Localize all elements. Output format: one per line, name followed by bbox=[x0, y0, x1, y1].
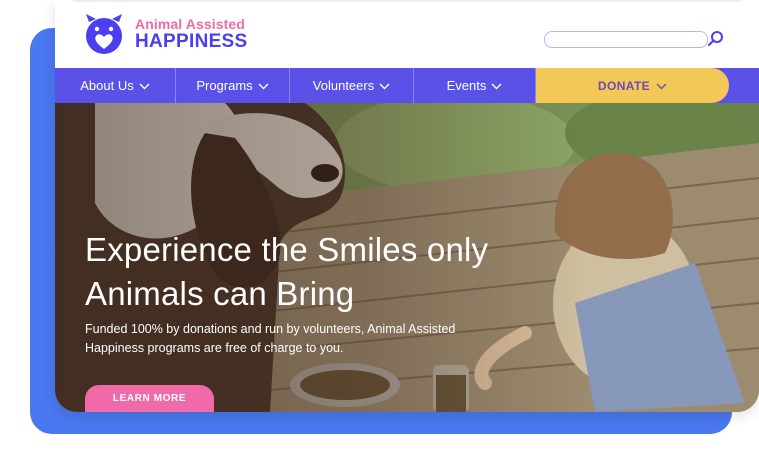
nav-item-label: Events bbox=[446, 78, 487, 93]
donate-button[interactable]: DONATE bbox=[536, 68, 729, 103]
header-top-border bbox=[73, 0, 741, 2]
donate-label: DONATE bbox=[597, 78, 651, 93]
nav-item-label: Programs bbox=[196, 78, 253, 93]
brand-logo[interactable]: Animal Assisted HAPPINESS bbox=[83, 12, 248, 56]
chevron-down-icon bbox=[258, 78, 269, 93]
brand-line-2: HAPPINESS bbox=[135, 30, 248, 52]
nav-item-events[interactable]: Events bbox=[414, 68, 536, 103]
hero-subtext-line-1: Funded 100% by donations and run by volu… bbox=[85, 322, 456, 336]
pig-heart-logo-icon bbox=[83, 12, 125, 56]
nav-tail bbox=[726, 68, 759, 103]
search-icon[interactable] bbox=[707, 30, 725, 53]
website-card: Animal Assisted HAPPINESS About Us Progr… bbox=[55, 0, 759, 412]
chevron-down-icon bbox=[491, 78, 502, 93]
hero-banner: Experience the Smiles only Animals can B… bbox=[55, 103, 759, 412]
hero-headline: Experience the Smiles only Animals can B… bbox=[85, 228, 565, 316]
nav-item-programs[interactable]: Programs bbox=[176, 68, 290, 103]
hero-headline-line-1: Experience the Smiles only bbox=[85, 231, 489, 268]
site-header: Animal Assisted HAPPINESS bbox=[55, 0, 759, 68]
nav-item-label: Volunteers bbox=[312, 78, 375, 93]
brand-line-1: Animal Assisted bbox=[135, 15, 245, 32]
nav-item-volunteers[interactable]: Volunteers bbox=[290, 68, 414, 103]
search-input[interactable] bbox=[544, 31, 708, 48]
hero-subtext-line-2: Happiness programs are free of charge to… bbox=[85, 341, 344, 355]
hero-headline-line-2: Animals can Bring bbox=[85, 275, 355, 312]
chevron-down-icon bbox=[379, 78, 390, 93]
hero-subtext: Funded 100% by donations and run by volu… bbox=[85, 320, 505, 358]
chevron-down-icon bbox=[656, 79, 667, 93]
nav-item-about-us[interactable]: About Us bbox=[55, 68, 176, 103]
chevron-down-icon bbox=[139, 78, 150, 93]
learn-more-button[interactable]: LEARN MORE bbox=[85, 385, 214, 412]
brand-wordmark: Animal Assisted HAPPINESS bbox=[135, 15, 248, 52]
nav-item-label: About Us bbox=[80, 78, 134, 93]
